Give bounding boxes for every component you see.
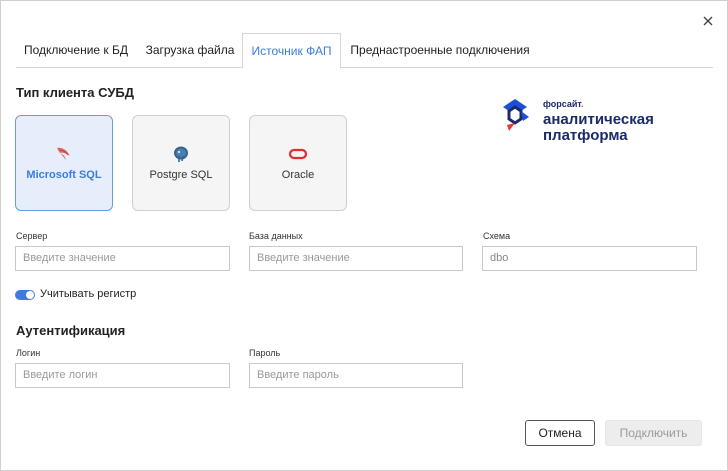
logo-line-2: платформа: [543, 127, 628, 144]
connection-dialog: Подключение к БД Загрузка файла Источник…: [0, 0, 728, 471]
dbms-card-label: Microsoft SQL: [26, 169, 102, 181]
tab-bar: Подключение к БД Загрузка файла Источник…: [16, 33, 713, 69]
toggle-knob: [26, 291, 34, 299]
login-label: Логин: [16, 348, 41, 358]
auth-title: Аутентификация: [16, 323, 126, 338]
password-input[interactable]: Введите пароль: [249, 363, 463, 388]
foresight-logo-icon: [503, 99, 529, 131]
schema-label: Схема: [483, 231, 511, 241]
case-sensitive-toggle[interactable]: [15, 290, 35, 300]
dbms-card-postgresql[interactable]: Postgre SQL: [132, 115, 230, 211]
foresight-logo: форсайт. аналитическая платформа: [499, 97, 679, 147]
dbms-card-microsoft-sql[interactable]: Microsoft SQL: [15, 115, 113, 211]
tab-fap-source[interactable]: Источник ФАП: [242, 33, 341, 69]
logo-brand-name: форсайт.: [543, 99, 584, 109]
schema-input[interactable]: dbo: [482, 246, 697, 271]
password-label: Пароль: [249, 348, 281, 358]
oracle-icon: [250, 144, 346, 164]
dbms-card-label: Oracle: [281, 169, 315, 181]
close-icon[interactable]: [701, 14, 715, 28]
dbms-card-label: Postgre SQL: [149, 169, 213, 181]
postgresql-icon: [133, 144, 229, 164]
server-input[interactable]: Введите значение: [15, 246, 230, 271]
database-input[interactable]: Введите значение: [249, 246, 463, 271]
dbms-card-oracle[interactable]: Oracle: [249, 115, 347, 211]
database-label: База данных: [249, 231, 303, 241]
dbms-type-title: Тип клиента СУБД: [16, 85, 135, 100]
connect-button[interactable]: Подключить: [605, 420, 702, 446]
logo-line-1: аналитическая: [543, 111, 654, 128]
server-label: Сервер: [16, 231, 48, 241]
tab-file-upload[interactable]: Загрузка файла: [140, 33, 240, 68]
login-input[interactable]: Введите логин: [15, 363, 230, 388]
microsoft-sql-icon: [16, 144, 112, 164]
tab-preset-connections[interactable]: Преднастроенные подключения: [350, 33, 530, 68]
tab-db-connection[interactable]: Подключение к БД: [16, 33, 136, 68]
case-sensitive-label: Учитывать регистр: [40, 288, 137, 300]
cancel-button[interactable]: Отмена: [525, 420, 595, 446]
